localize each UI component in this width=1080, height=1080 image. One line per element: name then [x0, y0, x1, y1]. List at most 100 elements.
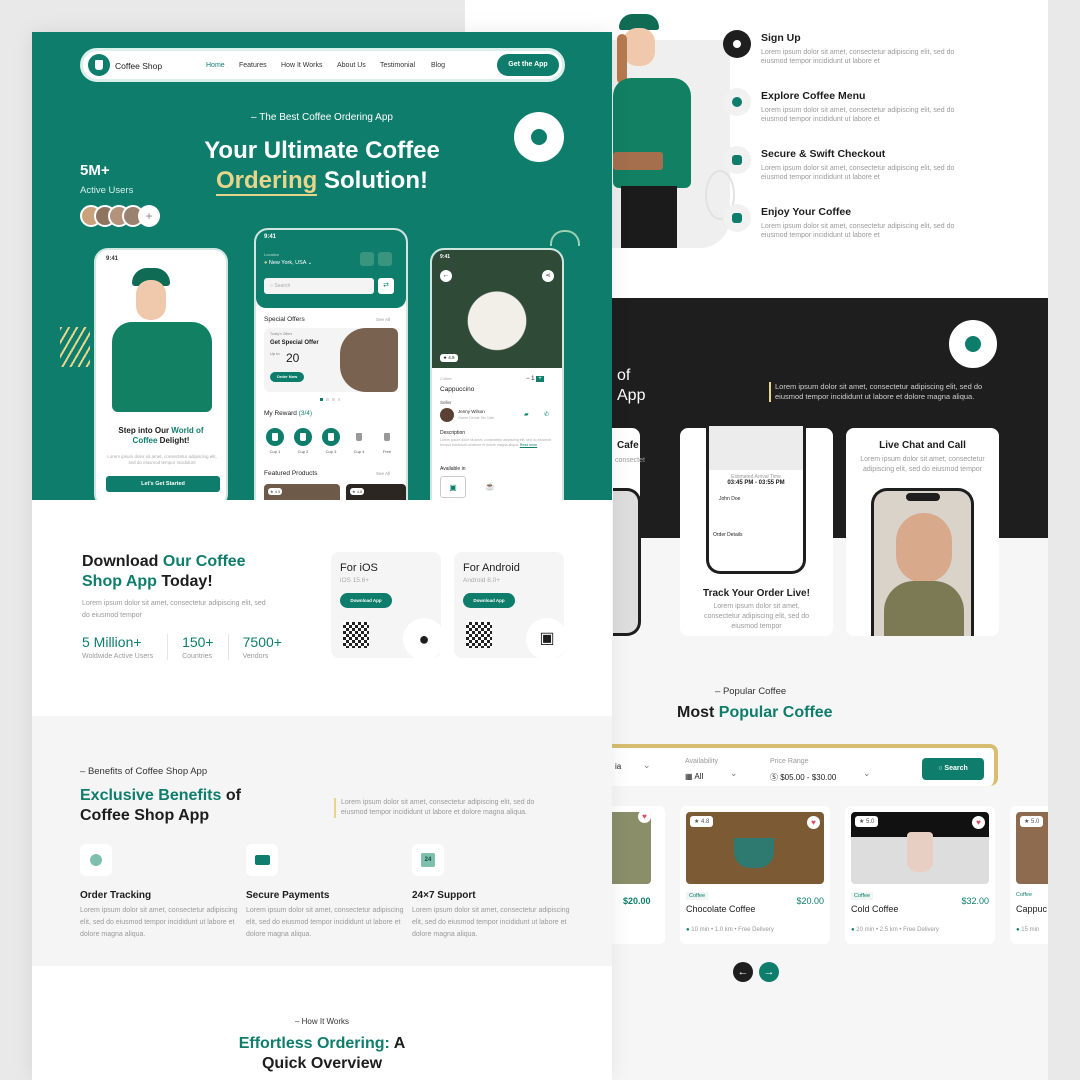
reward-label: Cup 1 — [269, 449, 281, 454]
benefit-title: Secure Payments — [246, 890, 330, 901]
price-range-label: Price Range — [770, 758, 809, 765]
plus-button[interactable]: + — [536, 376, 544, 382]
logo-text[interactable]: Coffee Shop — [115, 61, 162, 71]
heart-icon[interactable]: ♥ — [807, 816, 820, 829]
benefit-item: Order Tracking Lorem ipsum dolor sit ame… — [80, 844, 240, 941]
carousel-prev-button[interactable]: ← — [733, 962, 753, 982]
dollar-icon: Ⓢ — [770, 773, 778, 782]
product-card[interactable]: ★ 5.0 ♥ Coffee Cold Coffee $32.00 ● 20 m… — [845, 806, 995, 944]
featured-product[interactable]: ★ 4.9 — [264, 484, 340, 500]
bell-icon[interactable] — [378, 252, 392, 266]
reward-title: My Reward — [264, 410, 297, 417]
coffee-bean-icon — [723, 88, 751, 116]
get-started-button[interactable]: Let's Get Started — [106, 476, 220, 492]
price-range-select[interactable]: Ⓢ $05.00 - $30.00 — [770, 772, 836, 783]
reward-cup: Cup 1 — [264, 428, 286, 454]
chevron-down-icon[interactable]: ⌄ — [863, 768, 871, 779]
search-input[interactable]: ○ Search — [264, 278, 374, 294]
feature-desc: Lorem ipsum dolor sit amet, consectetur … — [703, 603, 810, 630]
filter-icon[interactable]: ⇄ — [378, 278, 394, 294]
chat-icon[interactable]: ▰ — [524, 411, 529, 418]
step-item: Enjoy Your Coffee Lorem ipsum dolor sit … — [723, 204, 971, 240]
cup-icon — [531, 129, 547, 145]
stat-label: Countries — [182, 653, 213, 660]
cup-icon — [95, 60, 103, 70]
offer-banner[interactable]: Today's Offers Get Special Offer Up to 2… — [264, 328, 398, 392]
download-title: Download Our Coffee Shop App Today! — [82, 552, 246, 592]
support-24-icon: 24 — [412, 844, 444, 876]
download-android-button[interactable]: Download App — [463, 593, 515, 608]
rating-value: 4.9 — [448, 355, 455, 360]
video-call-phone — [871, 488, 974, 636]
heart-icon[interactable]: ♥ — [972, 816, 985, 829]
navbar: Coffee Shop Home Features How It Works A… — [80, 48, 565, 82]
reward-cup: Cup 4 — [348, 428, 370, 454]
status-time: 9:41 — [440, 254, 451, 260]
stat-value: 5 Million+ — [82, 634, 142, 650]
search-button[interactable]: ○ Search — [922, 758, 984, 780]
reward-cup: Cup 3 — [320, 428, 342, 454]
carousel-next-button[interactable]: → — [759, 962, 779, 982]
popular-eyebrow: – Popular Coffee — [715, 686, 787, 697]
reward-label: Free — [382, 449, 392, 454]
option-hot-cup[interactable]: ☕ — [480, 476, 500, 498]
title-text: A — [389, 1035, 406, 1052]
download-ios-button[interactable]: Download App — [340, 593, 392, 608]
featured-product[interactable]: ★ 4.8 — [346, 484, 406, 500]
nav-blog[interactable]: Blog — [431, 62, 445, 69]
phone-mockup — [613, 488, 641, 636]
cup-icon — [294, 428, 312, 446]
product-meta: ● 15 min — [1016, 927, 1039, 933]
nav-how-it-works[interactable]: How It Works — [281, 62, 323, 69]
title-text: Most — [677, 704, 719, 721]
option-cold-cup[interactable]: ▣ — [440, 476, 466, 498]
product-card[interactable]: ★ 4.8 ♥ Coffee Chocolate Coffee $20.00 ●… — [680, 806, 830, 944]
product-price: $20.00 — [796, 896, 824, 906]
phone-icon[interactable]: ✆ — [544, 411, 549, 418]
signup-icon — [723, 30, 751, 58]
phone-onboarding: 9:41 Step into Our World of Coffee Deligh… — [94, 248, 228, 500]
chevron-down-icon[interactable]: ⌄ — [643, 760, 651, 771]
clock-icon: ● — [686, 927, 690, 933]
benefit-desc: Lorem ipsum dolor sit amet, consectetur … — [412, 907, 570, 938]
filter-location-value[interactable]: ia — [615, 762, 621, 771]
location-value: New York, USA — [268, 260, 307, 266]
nav-features[interactable]: Features — [239, 62, 267, 69]
chevron-down-icon[interactable]: ⌄ — [730, 768, 738, 779]
nav-home[interactable]: Home — [206, 62, 225, 69]
platform-version: Android 8.0+ — [463, 577, 501, 584]
home-header: 9:41 Location ● New York, USA ⌄ ○ Search… — [256, 230, 406, 308]
heart-icon[interactable]: ♥ — [638, 810, 651, 823]
cup-icon — [266, 428, 284, 446]
hero-section: Coffee Shop Home Features How It Works A… — [32, 32, 612, 500]
cup-icon — [378, 428, 396, 446]
back-button[interactable]: ← — [440, 270, 452, 282]
get-app-button[interactable]: Get the App — [497, 54, 559, 76]
add-avatar-button[interactable]: + — [138, 205, 160, 227]
nav-testimonial[interactable]: Testimonial — [380, 62, 415, 69]
availability-label: Availability — [685, 758, 718, 765]
step-title: Enjoy Your Coffee — [761, 206, 852, 218]
quantity-stepper[interactable]: − 1 + — [526, 376, 544, 382]
phone-mockup: Estimated Arrival Time 03:45 PM - 03:55 … — [706, 426, 806, 574]
nav-about-us[interactable]: About Us — [337, 62, 366, 69]
availability-select[interactable]: ▦ All — [685, 772, 703, 781]
phone-home: 9:41 Location ● New York, USA ⌄ ○ Search… — [254, 228, 408, 500]
stat-value: 150+ — [182, 634, 214, 650]
cart-icon[interactable] — [360, 252, 374, 266]
order-now-button[interactable]: Order Now — [270, 372, 304, 382]
product-card[interactable]: ★ 5.0 Coffee Cappuc ● 15 min — [1010, 806, 1048, 944]
product-price: $32.00 — [961, 896, 989, 906]
location-select[interactable]: ● New York, USA ⌄ — [264, 260, 312, 266]
read-more-link[interactable]: Read more — [520, 443, 537, 447]
clock-icon: ● — [1016, 927, 1020, 933]
search-icon: ○ — [938, 765, 943, 772]
dash-decoration — [60, 327, 90, 367]
title-text: Today! — [156, 573, 213, 590]
see-all-link[interactable]: See All — [376, 317, 390, 322]
meta-text: 15 min — [1021, 927, 1040, 933]
share-icon[interactable]: ⋖ — [542, 270, 554, 282]
android-download-card: For Android Android 8.0+ Download App ▣ — [454, 552, 568, 660]
logo-icon[interactable] — [88, 54, 110, 76]
see-all-link[interactable]: See All — [376, 471, 390, 476]
